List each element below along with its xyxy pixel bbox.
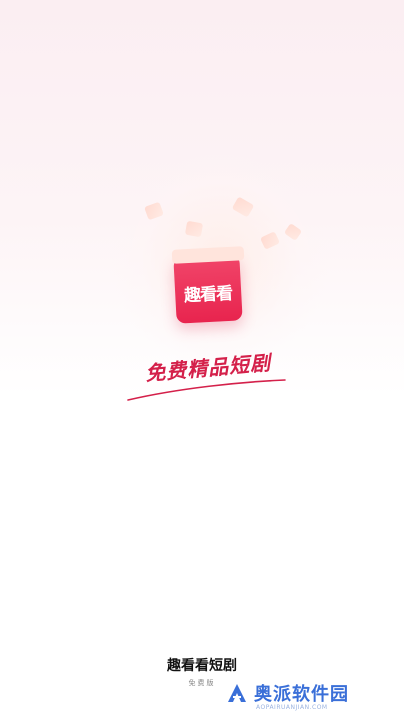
watermark-url: AOPAIRUANJIAN.COM <box>256 704 328 711</box>
watermark-text: 奥派软件园 <box>254 684 349 705</box>
confetti-piece <box>260 231 280 250</box>
splash-logo: 趣看看 免费精品短剧 <box>0 0 404 720</box>
watermark: 奥派软件园 AOPAIRUANJIAN.COM <box>222 680 404 716</box>
app-icon-text: 趣看看 <box>183 283 233 307</box>
app-name: 趣看看短剧 <box>167 657 237 673</box>
watermark-logo-icon <box>228 684 246 702</box>
confetti-piece <box>231 196 255 218</box>
confetti-piece <box>184 220 204 238</box>
confetti-piece <box>144 201 164 221</box>
slogan-underline <box>127 379 286 401</box>
confetti-piece <box>283 223 303 241</box>
